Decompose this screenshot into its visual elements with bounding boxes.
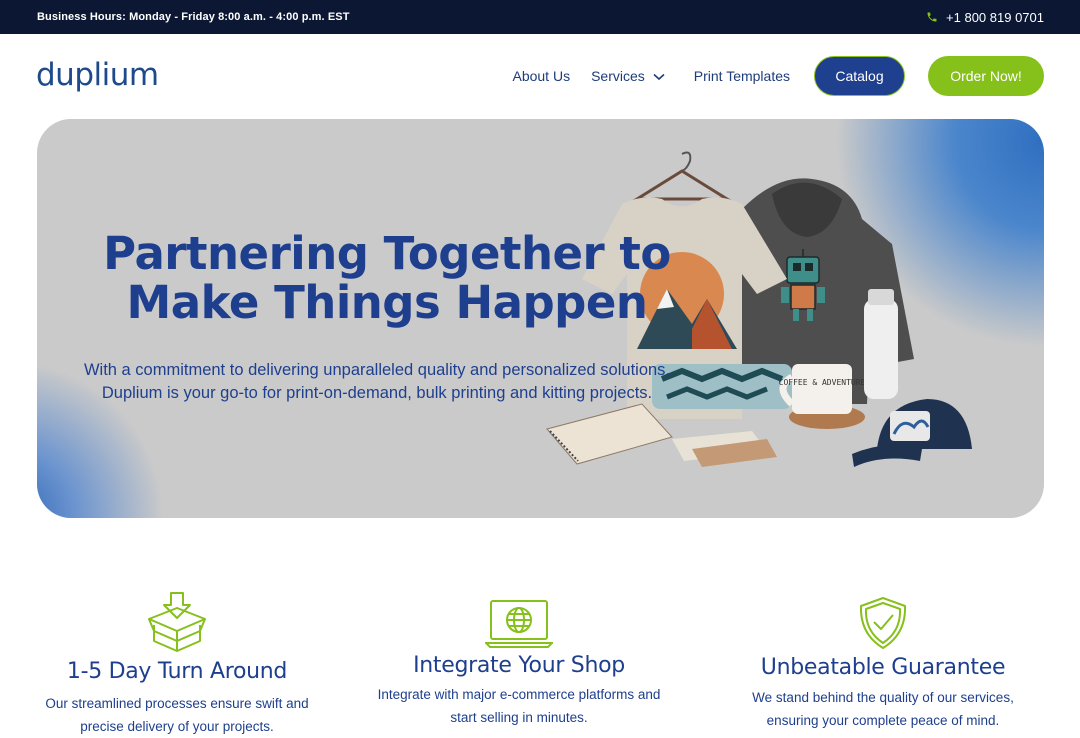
water-bottle-image: [864, 289, 898, 399]
site-header: duplium About Us Services Print Template…: [0, 34, 1080, 118]
feature-turnaround: 1-5 Day Turn Around Our streamlined proc…: [28, 591, 326, 738]
feature-title: Integrate Your Shop: [413, 653, 625, 678]
feature-description: Our streamlined processes ensure swift a…: [28, 692, 326, 738]
nav-about-us[interactable]: About Us: [512, 68, 570, 84]
hero-description: With a commitment to delivering unparall…: [67, 359, 687, 405]
chevron-down-icon: [653, 68, 665, 84]
cap-image: [852, 399, 972, 467]
feature-title: 1-5 Day Turn Around: [66, 659, 288, 684]
mug-label: COFFEE & ADVENTURE: [779, 378, 866, 387]
feature-desc-line-2: ensuring your complete peace of mind.: [766, 713, 1000, 728]
feature-desc-line-2: precise delivery of your projects.: [80, 719, 274, 734]
hero-title-line-2: Make Things Happen: [126, 276, 648, 329]
phone-icon: [926, 11, 938, 23]
feature-integrate-shop: Integrate Your Shop Integrate with major…: [360, 599, 678, 729]
phone-number: +1 800 819 0701: [946, 9, 1044, 25]
phone-link[interactable]: +1 800 819 0701: [926, 10, 1044, 25]
hero-title-line-1: Partnering Together to: [103, 227, 671, 280]
globe-laptop-icon: [485, 600, 553, 648]
hanger-image: [631, 151, 733, 201]
feature-description: We stand behind the quality of our servi…: [733, 686, 1033, 732]
hero-banner: COFFEE & ADVENTURE Partnering Together t…: [37, 119, 1044, 518]
postcards-image: [672, 431, 777, 467]
feature-desc-line-1: Our streamlined processes ensure swift a…: [45, 696, 309, 711]
order-now-button[interactable]: Order Now!: [928, 56, 1044, 96]
feature-desc-line-1: We stand behind the quality of our servi…: [752, 690, 1014, 705]
hero-text-line-1: With a commitment to delivering unparall…: [83, 361, 671, 379]
nav-services[interactable]: Services: [591, 68, 665, 84]
box-icon: [148, 592, 206, 652]
nav-print-templates[interactable]: Print Templates: [694, 68, 790, 84]
top-bar: Business Hours: Monday - Friday 8:00 a.m…: [0, 0, 1080, 34]
feature-guarantee: Unbeatable Guarantee We stand behind the…: [733, 596, 1033, 732]
feature-title: Unbeatable Guarantee: [760, 655, 1006, 680]
hero-title: Partnering Together to Make Things Happe…: [97, 229, 677, 327]
catalog-button[interactable]: Catalog: [814, 56, 905, 96]
business-hours: Business Hours: Monday - Friday 8:00 a.m…: [37, 11, 350, 23]
feature-description: Integrate with major e-commerce platform…: [360, 683, 678, 729]
nav-services-label: Services: [591, 68, 645, 84]
shield-check-icon: [859, 597, 907, 649]
feature-desc-line-1: Integrate with major e-commerce platform…: [377, 687, 661, 702]
hero-text-line-2: Duplium is your go-to for print-on-deman…: [101, 384, 653, 402]
main-nav: About Us Services Print Templates Catalo…: [512, 56, 1044, 96]
duplium-logo[interactable]: duplium: [36, 57, 159, 93]
feature-desc-line-2: start selling in minutes.: [450, 710, 588, 725]
